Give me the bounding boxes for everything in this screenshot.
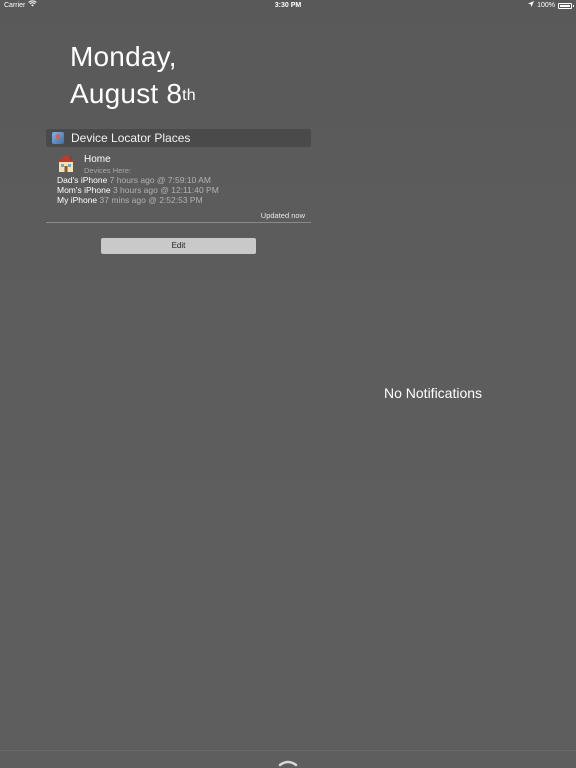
no-notifications-label: No Notifications	[384, 385, 483, 401]
date-month-day-text: August 8	[70, 78, 183, 109]
widget-title: Device Locator Places	[71, 131, 191, 145]
status-right: 100%	[528, 0, 574, 12]
device-name: Mom's iPhone	[57, 185, 111, 195]
device-time: 7 hours ago @ 7:59:10 AM	[109, 175, 211, 185]
date-ordinal: th	[182, 87, 196, 104]
battery-percent: 100%	[537, 2, 555, 9]
date-weekday: Monday,	[70, 41, 177, 72]
device-row: Dad's iPhone 7 hours ago @ 7:59:10 AM	[57, 175, 211, 185]
status-time: 3:30 PM	[274, 2, 302, 9]
updated-label: Updated now	[260, 211, 305, 220]
date-month-day: August 8th	[70, 75, 196, 112]
place-name: Home	[84, 154, 111, 165]
device-time: 37 mins ago @ 2:52:53 PM	[99, 195, 203, 205]
widget-body[interactable]: Home Devices Here: Dad's iPhone 7 hours …	[46, 150, 311, 222]
bottom-divider	[0, 750, 576, 751]
device-row: Mom's iPhone 3 hours ago @ 12:11:40 PM	[57, 185, 219, 195]
device-locator-app-icon	[52, 132, 64, 144]
date-display: Monday, August 8th	[70, 38, 196, 112]
device-time: 3 hours ago @ 12:11:40 PM	[112, 185, 219, 195]
chevron-grabber-icon[interactable]	[278, 754, 298, 767]
status-bar: Carrier 3:30 PM 100%	[0, 0, 576, 12]
devices-label: Devices Here:	[84, 166, 132, 175]
house-icon	[56, 153, 76, 173]
device-row: My iPhone 37 mins ago @ 2:52:53 PM	[57, 195, 203, 205]
widget-header[interactable]: Device Locator Places	[46, 129, 311, 147]
notification-center: Carrier 3:30 PM 100% Monday, August 8th …	[0, 0, 576, 768]
location-arrow-icon	[528, 0, 535, 12]
device-name: Dad's iPhone	[57, 175, 108, 185]
battery-icon	[558, 3, 574, 9]
device-name: My iPhone	[57, 195, 98, 205]
widget-divider	[46, 222, 311, 223]
edit-button[interactable]: Edit	[101, 238, 256, 254]
